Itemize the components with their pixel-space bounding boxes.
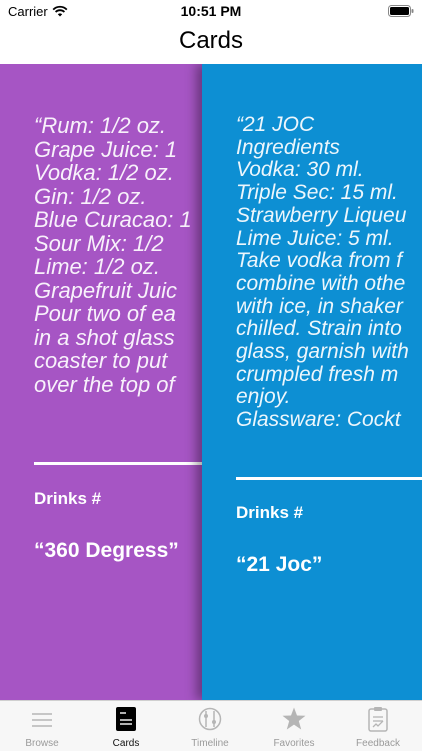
battery-icon [388, 5, 414, 17]
page-title: Cards [178, 27, 244, 54]
list-icon [32, 713, 52, 727]
navigation-bar: Cards [0, 22, 422, 64]
recipe-text: “21 JOC Ingredients Vodka: 30 ml. Triple… [236, 113, 409, 432]
drinks-label: Drinks # [236, 503, 304, 522]
status-time: 10:51 PM [180, 3, 242, 19]
card-divider [236, 477, 422, 480]
clipboard-icon [368, 707, 388, 732]
drink-card-current[interactable]: “21 JOC Ingredients Vodka: 30 ml. Triple… [202, 64, 422, 700]
tab-cards[interactable]: Cards [84, 701, 168, 751]
cards-icon [116, 707, 136, 731]
drink-name: “360 Degress” [34, 539, 179, 562]
recipe-text: “Rum: 1/2 oz. Grape Juice: 1 Vodka: 1/2 … [34, 113, 192, 397]
timeline-icon [198, 707, 222, 731]
star-icon [282, 707, 306, 730]
tab-timeline[interactable]: Timeline [168, 701, 252, 751]
tab-label: Favorites [273, 738, 315, 749]
tab-label: Browse [25, 738, 59, 749]
tab-favorites[interactable]: Favorites [252, 701, 336, 751]
tab-label: Feedback [356, 738, 400, 749]
drink-card-previous[interactable]: “Rum: 1/2 oz. Grape Juice: 1 Vodka: 1/2 … [0, 64, 212, 700]
status-bar: Carrier 10:51 PM [0, 0, 422, 22]
card-carousel[interactable]: “Rum: 1/2 oz. Grape Juice: 1 Vodka: 1/2 … [0, 64, 422, 700]
tab-feedback[interactable]: Feedback [336, 701, 420, 751]
tab-browse[interactable]: Browse [0, 701, 84, 751]
card-divider [34, 462, 212, 465]
drink-name: “21 Joc” [236, 553, 323, 576]
tab-bar: Browse Cards Timeline Favorites Feedback [0, 700, 422, 751]
tab-label: Cards [112, 738, 140, 749]
tab-label: Timeline [191, 738, 229, 749]
drinks-label: Drinks # [34, 489, 102, 508]
